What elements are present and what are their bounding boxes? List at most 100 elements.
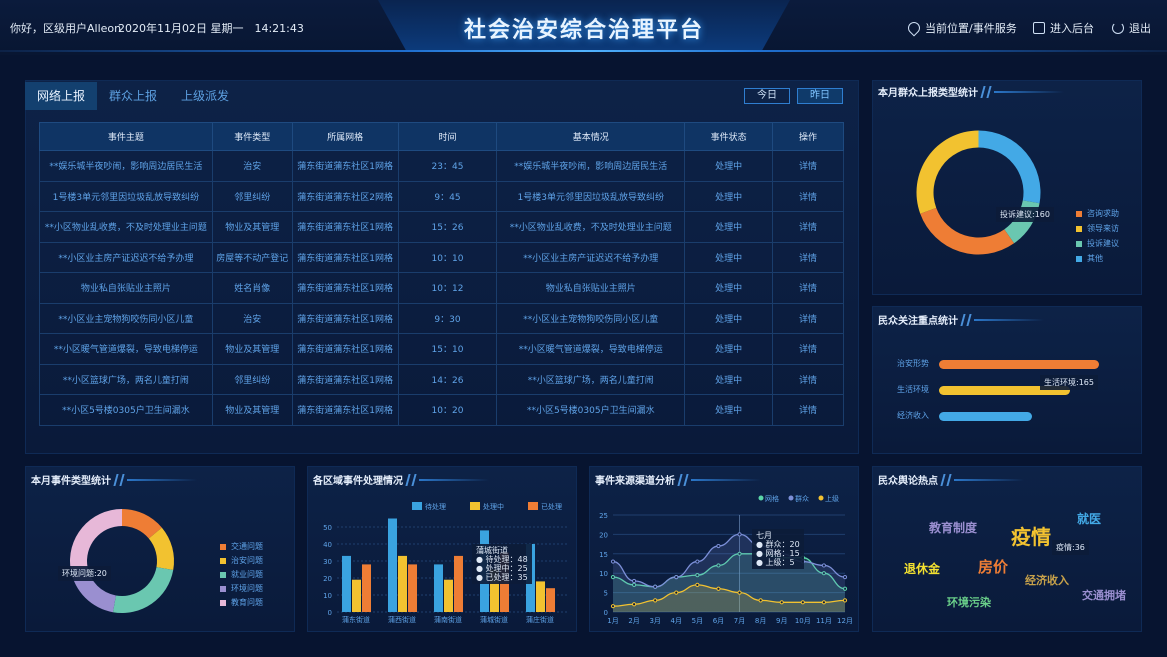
bar-处理中[interactable] — [536, 581, 545, 612]
focus-bar[interactable] — [939, 412, 1032, 421]
hot-word[interactable]: 经济收入 — [1025, 572, 1069, 588]
details-link[interactable]: 详情 — [772, 211, 844, 243]
hot-word[interactable]: 退休金 — [904, 560, 940, 577]
x-tick-label: 10月 — [795, 617, 811, 625]
data-point[interactable] — [674, 574, 679, 580]
data-point[interactable] — [695, 582, 700, 587]
hot-word[interactable]: 教育制度 — [929, 519, 977, 536]
data-point[interactable] — [674, 590, 679, 595]
donut-slice[interactable] — [70, 509, 122, 571]
data-point[interactable] — [779, 600, 784, 605]
bar-已处理[interactable] — [546, 588, 555, 612]
legend-item[interactable]: 治安问题 — [220, 555, 263, 566]
hot-word[interactable]: 房价 — [978, 556, 1008, 577]
yesterday-button[interactable]: 昨日 — [797, 88, 843, 104]
details-link[interactable]: 详情 — [772, 150, 844, 182]
region-tooltip-line: ● 处理中：25 — [476, 564, 528, 573]
table-row[interactable]: 物业私自张贴业主照片 姓名肖像 蒲东街道蒲东社区1网格 10：12 物业私自张贴业主照片… — [39, 272, 844, 304]
legend-item[interactable]: 就业问题 — [220, 569, 263, 580]
legend-label[interactable]: 处理中 — [483, 502, 504, 511]
table-row[interactable]: **小区篮球广场，两名儿童打闹 邻里纠纷 蒲东街道蒲东社区1网格 14：26 **小区篮… — [39, 363, 844, 395]
data-point[interactable] — [821, 600, 827, 605]
data-point[interactable] — [821, 563, 827, 568]
details-link[interactable]: 详情 — [772, 333, 844, 365]
table-cell: 14：26 — [397, 363, 498, 395]
data-point[interactable] — [737, 590, 742, 595]
focus-panel — [872, 306, 1142, 454]
hot-word[interactable]: 就医 — [1077, 510, 1101, 527]
legend-item[interactable]: 教育问题 — [220, 597, 263, 608]
location-pin-icon — [905, 19, 923, 37]
table-row[interactable]: **小区物业乱收费，不及时处理业主问题 物业及其管理 蒲东街道蒲东社区1网格 15：2… — [39, 211, 844, 243]
bar-已处理[interactable] — [408, 564, 417, 612]
details-link[interactable]: 详情 — [772, 394, 844, 426]
bar-待处理[interactable] — [342, 555, 351, 612]
table-row[interactable]: **小区暖气管道爆裂，导致电梯停运 物业及其管理 蒲东街道蒲东社区1网格 15：10 *… — [39, 333, 844, 365]
bar-处理中[interactable] — [444, 579, 453, 612]
logout-button[interactable]: 退出 — [1112, 20, 1151, 36]
table-row[interactable]: **小区业主房产证迟迟不给予办理 房屋等不动产登记 蒲东街道蒲东社区1网格 10：10… — [39, 241, 844, 273]
tab-superior-dispatch[interactable]: 上级派发 — [169, 82, 241, 110]
bar-处理中[interactable] — [398, 555, 407, 612]
data-point[interactable] — [800, 600, 805, 605]
y-tick-label: 10 — [323, 592, 332, 600]
legend-item[interactable]: 其他 — [1076, 253, 1103, 264]
bar-已处理[interactable] — [362, 564, 371, 612]
today-button[interactable]: 今日 — [744, 88, 790, 104]
logout-label: 退出 — [1129, 22, 1151, 35]
donut-slice[interactable] — [112, 567, 174, 613]
data-point[interactable] — [631, 578, 637, 584]
legend-item[interactable]: 投诉建议 — [1076, 238, 1119, 249]
legend-swatch — [1076, 210, 1082, 217]
details-link[interactable]: 详情 — [772, 241, 844, 273]
column-header: 事件类型 — [211, 122, 293, 151]
hot-word[interactable]: 疫情 — [1011, 521, 1051, 550]
legend-label[interactable]: 上级 — [825, 494, 839, 503]
data-point[interactable] — [716, 543, 721, 549]
header-divider — [0, 50, 1167, 52]
legend-item[interactable]: 咨询求助 — [1076, 208, 1119, 219]
data-point[interactable] — [653, 584, 658, 589]
legend-item[interactable]: 交通问题 — [220, 541, 263, 552]
hot-word[interactable]: 环境污染 — [947, 594, 991, 610]
table-row[interactable]: **小区5号楼0305户卫生间漏水 物业及其管理 蒲东街道蒲东社区1网格 10：20 *… — [39, 394, 844, 426]
tab-public-report[interactable]: 群众上报 — [97, 82, 169, 110]
table-row[interactable]: 1号楼3单元邻里因垃圾乱放导致纠纷 邻里纠纷 蒲东街道蒲东社区2网格 9：45 1号楼3… — [39, 180, 844, 212]
focus-category-label: 经济收入 — [897, 411, 929, 420]
donut-slice-other[interactable] — [978, 130, 1041, 204]
bar-已处理[interactable] — [454, 555, 463, 612]
legend-label[interactable]: 网格 — [765, 494, 779, 503]
donut-slice-leader[interactable] — [916, 130, 979, 214]
data-point[interactable] — [653, 598, 658, 603]
legend-item[interactable]: 领导来访 — [1076, 223, 1119, 234]
table-row[interactable]: **娱乐城半夜吵闹，影响周边居民生活 治安 蒲东街道蒲东社区1网格 23：45 **娱乐… — [39, 150, 844, 182]
data-point[interactable] — [610, 604, 616, 609]
data-point[interactable] — [758, 598, 763, 603]
details-link[interactable]: 详情 — [772, 363, 844, 395]
bar-待处理[interactable] — [388, 518, 397, 613]
data-point[interactable] — [842, 598, 848, 603]
tab-network-report[interactable]: 网络上报 — [25, 82, 97, 110]
data-point[interactable] — [842, 574, 848, 580]
hot-word[interactable]: 交通拥堵 — [1082, 587, 1126, 603]
data-point[interactable] — [695, 559, 700, 564]
legend-label[interactable]: 已处理 — [541, 502, 562, 511]
y-tick-label: 40 — [323, 541, 332, 549]
details-link[interactable]: 详情 — [772, 272, 844, 304]
focus-bar[interactable] — [939, 360, 1099, 369]
legend-swatch — [220, 557, 226, 564]
details-link[interactable]: 详情 — [772, 180, 844, 212]
bar-待处理[interactable] — [434, 564, 443, 612]
table-row[interactable]: **小区业主宠物狗咬伤同小区儿童 治安 蒲东街道蒲东社区1网格 9：30 **小区业主宠… — [39, 302, 844, 334]
details-link[interactable]: 详情 — [772, 302, 844, 334]
bar-处理中[interactable] — [352, 579, 361, 612]
location-link[interactable]: 当前位置/事件服务 — [905, 19, 1017, 37]
data-point[interactable] — [631, 602, 637, 607]
legend-item[interactable]: 环境问题 — [220, 583, 263, 594]
data-point[interactable] — [716, 586, 721, 591]
data-point[interactable] — [610, 559, 616, 564]
legend-label[interactable]: 待处理 — [425, 502, 446, 511]
legend-label[interactable]: 群众 — [795, 494, 809, 503]
data-point[interactable] — [737, 532, 742, 537]
backend-button[interactable]: 进入后台 — [1033, 20, 1094, 36]
